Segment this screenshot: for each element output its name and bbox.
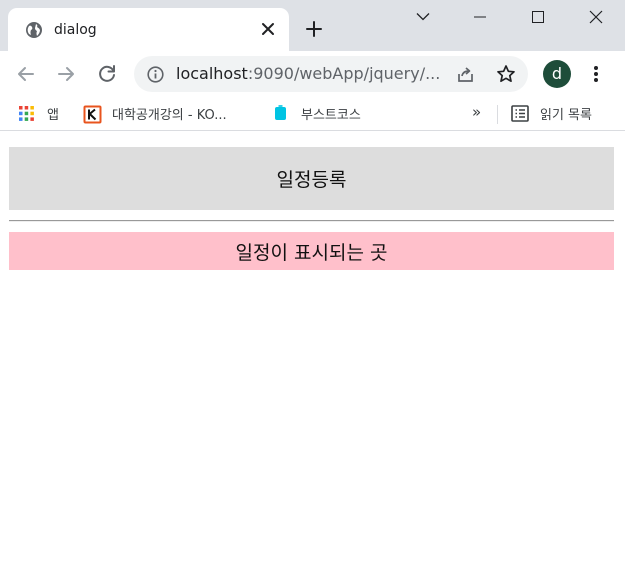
schedule-display-area: 일정이 표시되는 곳 xyxy=(9,232,614,270)
profile-avatar[interactable]: d xyxy=(543,60,571,88)
bookmarks-overflow-chevron-icon[interactable]: » xyxy=(472,103,481,121)
browser-tab[interactable]: dialog xyxy=(8,8,289,51)
reload-icon[interactable] xyxy=(95,62,119,86)
boostcourse-icon xyxy=(272,104,289,122)
back-arrow-icon[interactable] xyxy=(14,62,38,86)
browser-toolbar: localhost:9090/webApp/jquery/... d xyxy=(0,51,625,97)
new-tab-icon[interactable] xyxy=(304,19,324,39)
reading-list-label: 읽기 목록 xyxy=(540,107,592,123)
address-bar[interactable]: localhost:9090/webApp/jquery/... xyxy=(134,56,528,92)
more-vert-icon[interactable] xyxy=(588,63,604,85)
tab-search-button[interactable] xyxy=(394,0,452,34)
reading-list-icon xyxy=(511,104,529,122)
bookmarks-divider xyxy=(497,105,498,124)
page-content: 일정등록 일정이 표시되는 곳 xyxy=(0,132,625,567)
bookmark-apps[interactable]: 앱 xyxy=(18,97,59,129)
schedule-register-button[interactable]: 일정등록 xyxy=(9,147,614,210)
browser-tabstrip: dialog xyxy=(0,0,625,51)
forward-arrow-icon[interactable] xyxy=(54,62,78,86)
window-close-button[interactable] xyxy=(567,0,625,34)
horizontal-divider xyxy=(9,220,614,222)
maximize-button[interactable] xyxy=(509,0,567,34)
bookmarks-bar: 앱 대학공개강의 - KO... 부스트코스 » 읽기 목록 xyxy=(0,97,625,131)
info-icon[interactable] xyxy=(147,66,164,83)
tab-title: dialog xyxy=(54,22,97,38)
kocw-icon xyxy=(83,105,102,123)
bookmark-boostcourse[interactable]: 부스트코스 xyxy=(272,97,361,129)
bookmark-label: 앱 xyxy=(47,107,59,123)
share-icon[interactable] xyxy=(456,65,475,84)
close-icon[interactable] xyxy=(259,20,277,38)
bookmark-label: 부스트코스 xyxy=(301,107,361,123)
reading-list-button[interactable]: 읽기 목록 xyxy=(511,97,592,129)
bookmark-label: 대학공개강의 - KO... xyxy=(112,107,227,123)
apps-grid-icon xyxy=(18,105,35,122)
minimize-button[interactable] xyxy=(451,0,509,34)
url-path: :9090/webApp/jquery/... xyxy=(247,64,441,83)
url-text[interactable]: localhost:9090/webApp/jquery/... xyxy=(176,64,444,84)
url-host: localhost xyxy=(176,64,248,83)
globe-icon xyxy=(25,21,43,39)
star-icon[interactable] xyxy=(496,64,516,84)
bookmark-kocw[interactable]: 대학공개강의 - KO... xyxy=(83,97,227,129)
